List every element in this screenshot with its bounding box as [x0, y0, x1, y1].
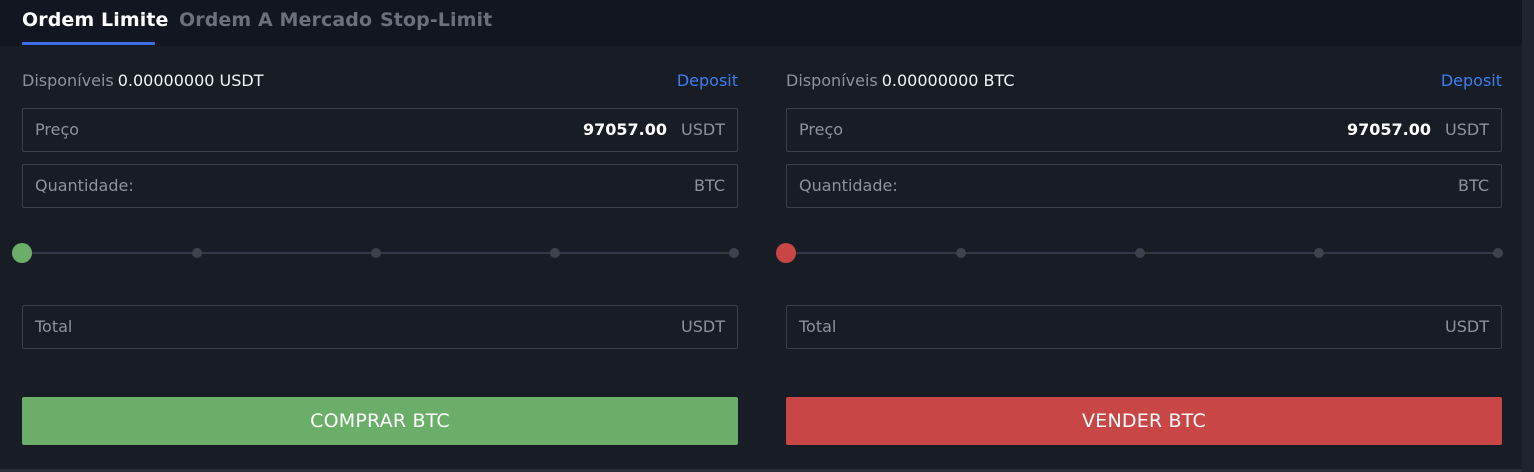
sell-slider-step-75[interactable] — [1314, 248, 1324, 258]
buy-slider-step-25[interactable] — [192, 248, 202, 258]
sell-price-input[interactable]: Preço 97057.00 USDT — [786, 108, 1502, 152]
sell-price-value[interactable]: 97057.00 — [1347, 120, 1431, 139]
sell-total-unit: USDT — [1445, 317, 1489, 336]
buy-amount-slider[interactable] — [12, 243, 739, 263]
sell-slider-step-100[interactable] — [1493, 248, 1503, 258]
sell-available-balance: Disponíveis 0.00000000 BTC Deposit — [786, 71, 1502, 93]
sell-btc-button[interactable]: VENDER BTC — [786, 397, 1502, 445]
sell-slider-step-50[interactable] — [1135, 248, 1145, 258]
buy-deposit-link[interactable]: Deposit — [677, 71, 738, 90]
trade-order-form: Ordem Limite Ordem A Mercado Stop-Limit … — [0, 0, 1534, 472]
sell-amount-slider[interactable] — [776, 243, 1503, 263]
buy-price-input[interactable]: Preço 97057.00 USDT — [22, 108, 738, 152]
buy-slider-handle[interactable] — [12, 243, 32, 263]
sell-quantity-unit: BTC — [1458, 176, 1489, 195]
buy-slider-step-75[interactable] — [550, 248, 560, 258]
tab-ordem-limite[interactable]: Ordem Limite — [22, 9, 169, 31]
tab-stop-limit[interactable]: Stop-Limit — [380, 9, 492, 31]
buy-quantity-input[interactable]: Quantidade: BTC — [22, 164, 738, 208]
sell-deposit-link[interactable]: Deposit — [1441, 71, 1502, 90]
buy-total-label: Total — [35, 317, 73, 336]
vertical-scrollbar[interactable] — [1522, 0, 1534, 472]
sell-price-label: Preço — [799, 120, 844, 139]
sell-total-label: Total — [799, 317, 837, 336]
sell-price-unit: USDT — [1445, 120, 1489, 139]
order-type-tabs: Ordem Limite Ordem A Mercado Stop-Limit — [0, 0, 1522, 46]
buy-total-input[interactable]: Total USDT — [22, 305, 738, 349]
sell-available-label: Disponíveis — [786, 71, 878, 90]
sell-slider-step-25[interactable] — [956, 248, 966, 258]
buy-price-label: Preço — [35, 120, 80, 139]
buy-panel: Disponíveis 0.00000000 USDT Deposit Preço… — [12, 46, 739, 472]
buy-price-unit: USDT — [681, 120, 725, 139]
buy-price-value[interactable]: 97057.00 — [583, 120, 667, 139]
buy-available-balance: Disponíveis 0.00000000 USDT Deposit — [22, 71, 738, 93]
active-tab-indicator — [22, 42, 155, 45]
buy-btc-button[interactable]: COMPRAR BTC — [22, 397, 738, 445]
sell-total-input[interactable]: Total USDT — [786, 305, 1502, 349]
buy-available-label: Disponíveis — [22, 71, 114, 90]
buy-quantity-label: Quantidade: — [35, 176, 134, 195]
sell-available-value: 0.00000000 BTC — [881, 71, 1015, 90]
buy-slider-step-50[interactable] — [371, 248, 381, 258]
buy-available-value: 0.00000000 USDT — [117, 71, 264, 90]
buy-total-unit: USDT — [681, 317, 725, 336]
buy-quantity-unit: BTC — [694, 176, 725, 195]
sell-quantity-input[interactable]: Quantidade: BTC — [786, 164, 1502, 208]
tab-ordem-a-mercado[interactable]: Ordem A Mercado — [179, 9, 372, 31]
sell-quantity-label: Quantidade: — [799, 176, 898, 195]
sell-panel: Disponíveis 0.00000000 BTC Deposit Preço … — [776, 46, 1503, 472]
sell-slider-handle[interactable] — [776, 243, 796, 263]
buy-slider-step-100[interactable] — [729, 248, 739, 258]
